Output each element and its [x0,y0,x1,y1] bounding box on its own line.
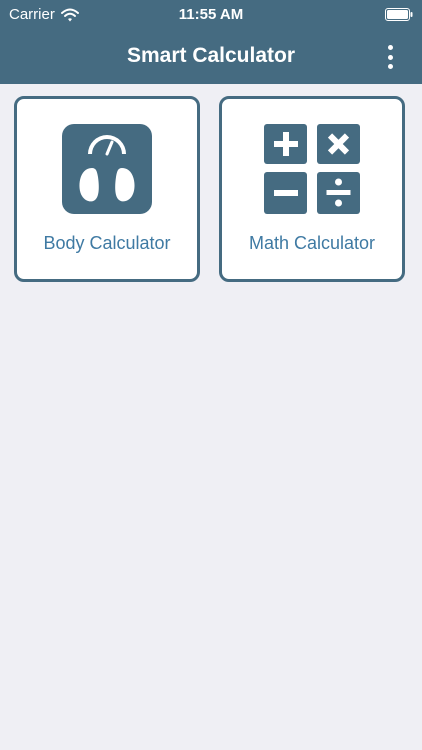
body-calculator-label: Body Calculator [43,233,171,253]
more-vertical-icon [387,45,393,50]
more-vertical-icon-dot [387,64,393,69]
body-calculator-tile[interactable]: Body Calculator [14,96,200,282]
math-operators-icon [264,124,360,214]
status-time: 11:55 AM [178,6,244,23]
nav-bar: Smart Calculator [0,30,422,84]
status-bar: Carrier 11:55 AM [0,0,422,30]
page-title: Smart Calculator [126,44,296,67]
math-calculator-tile[interactable]: Math Calculator [219,96,405,282]
more-vertical-icon-dot [387,54,393,60]
battery-icon [385,8,413,21]
bathroom-scale-icon [62,124,152,214]
more-options-button[interactable] [378,42,402,72]
math-calculator-label: Math Calculator [248,233,376,253]
